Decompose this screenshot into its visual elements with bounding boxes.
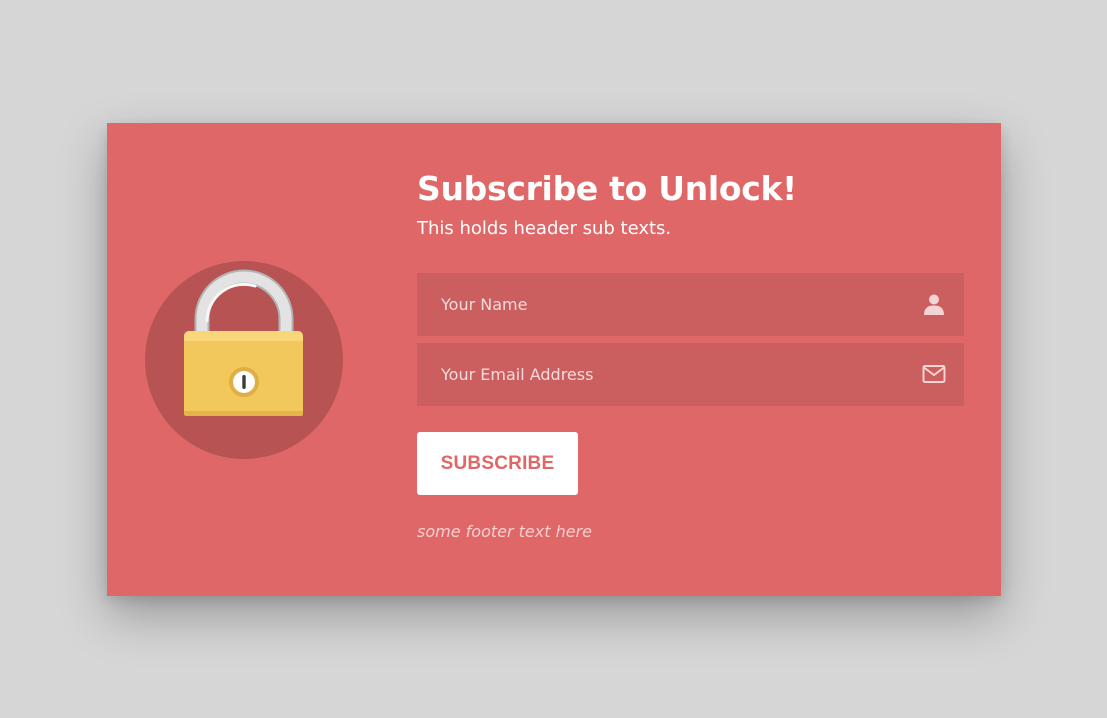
email-field: [417, 343, 964, 406]
email-input[interactable]: [417, 343, 877, 406]
footer-text: some footer text here: [417, 522, 592, 541]
envelope-icon: [922, 365, 946, 383]
name-field: [417, 273, 964, 336]
padlock-badge: [145, 261, 343, 459]
subscribe-popup: Subscribe to Unlock! This holds header s…: [107, 123, 1001, 596]
user-icon: [924, 294, 944, 315]
padlock-icon: [184, 269, 303, 416]
popup-subtitle: This holds header sub texts.: [417, 218, 672, 239]
name-input[interactable]: [417, 273, 877, 336]
popup-title: Subscribe to Unlock!: [417, 169, 797, 208]
subscribe-button[interactable]: SUBSCRIBE: [417, 432, 578, 495]
